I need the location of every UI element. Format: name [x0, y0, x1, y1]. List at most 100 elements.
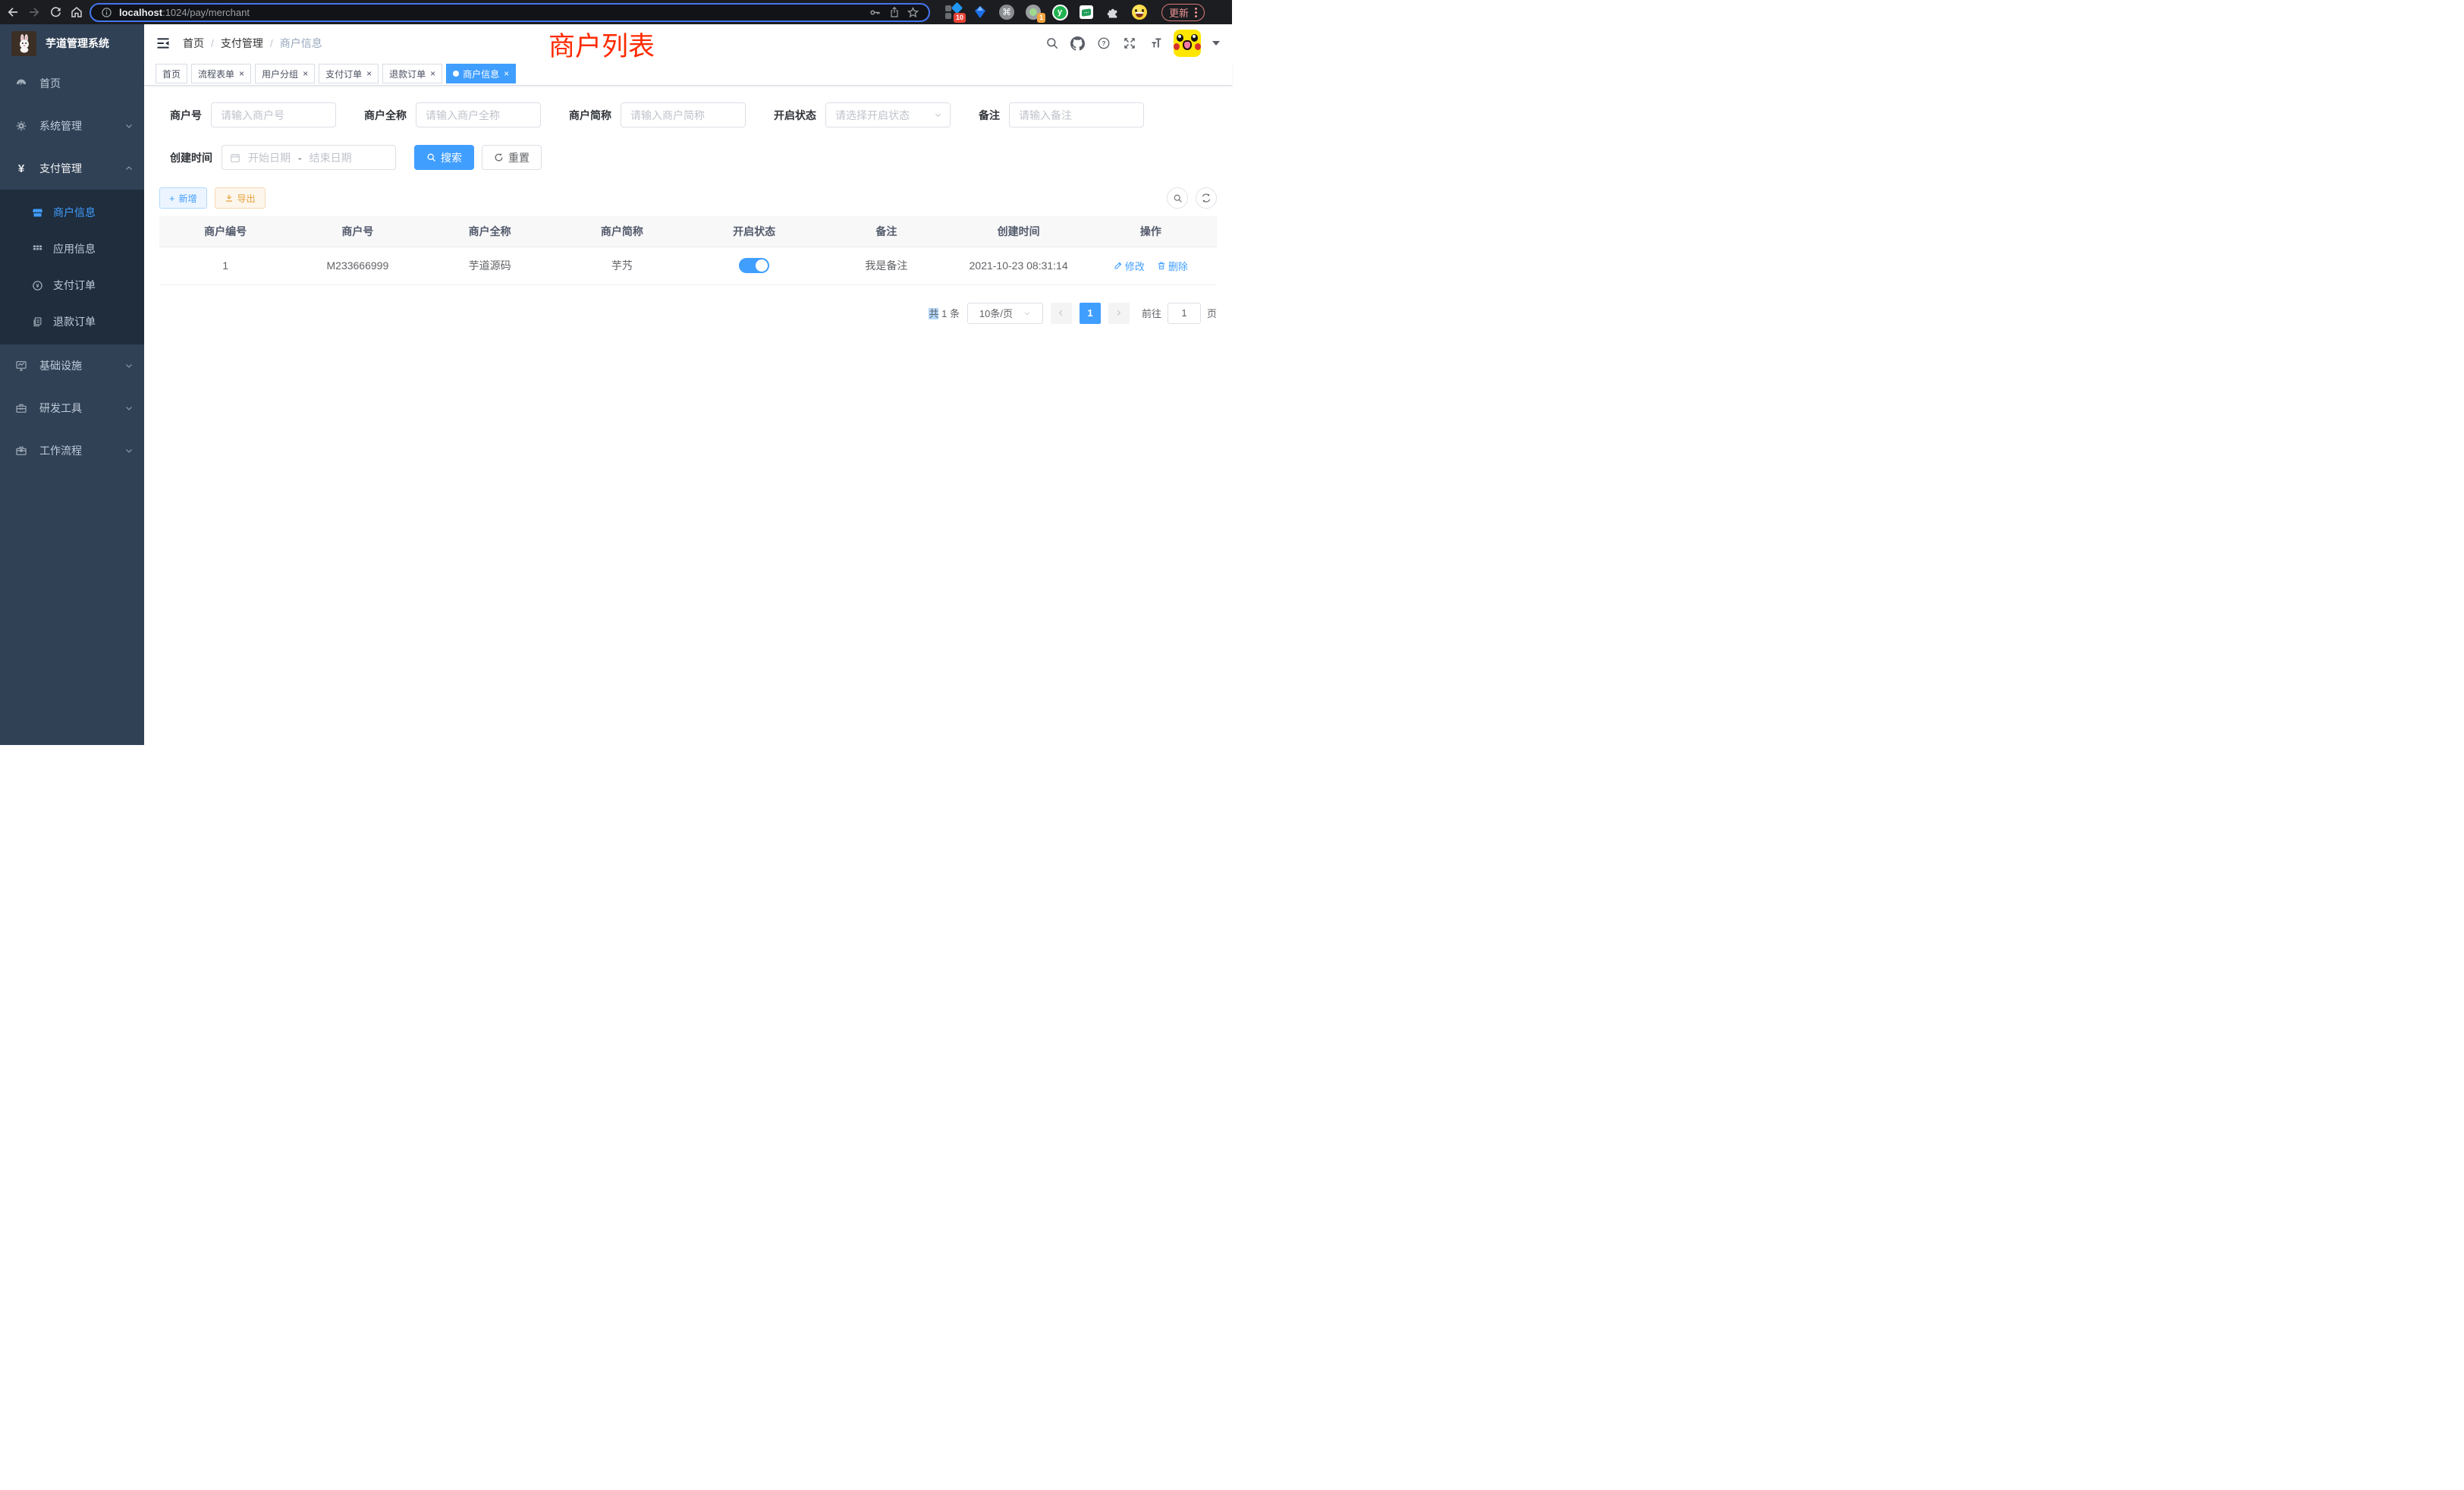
font-size-icon[interactable] [1148, 36, 1162, 51]
sidebar-item-label: 支付管理 [39, 161, 124, 176]
sidebar-item-infrastructure[interactable]: 基础设施 [0, 344, 144, 387]
sidebar-item-app-info[interactable]: 应用信息 [0, 231, 144, 267]
tab-home[interactable]: 首页 [156, 64, 187, 83]
extension-badge: 1 [1037, 13, 1045, 23]
app-window: 芋道管理系统 首页 系统管理 ¥ 支付管理 [0, 24, 1232, 745]
close-icon[interactable]: × [430, 69, 435, 78]
col-merchant-id: 商户编号 [159, 216, 291, 247]
site-info-icon[interactable] [100, 6, 113, 19]
sidebar-item-label: 系统管理 [39, 118, 124, 134]
sidebar-item-payment[interactable]: ¥ 支付管理 [0, 147, 144, 190]
sidebar-logo-row[interactable]: 芋道管理系统 [0, 24, 144, 62]
col-full-name: 商户全称 [424, 216, 556, 247]
browser-reload-icon[interactable] [47, 4, 64, 20]
export-button[interactable]: 导出 [215, 187, 266, 209]
refresh-table-button[interactable] [1196, 187, 1217, 209]
tab-label: 商户信息 [463, 68, 499, 80]
tab-pay-order[interactable]: 支付订单 × [319, 64, 379, 83]
field-label: 商户简称 [569, 108, 611, 123]
sidebar-item-home[interactable]: 首页 [0, 62, 144, 105]
reset-button[interactable]: 重置 [482, 145, 542, 170]
goto-page-input[interactable] [1168, 303, 1201, 324]
add-button[interactable]: + 新增 [159, 187, 207, 209]
field-label: 商户号 [170, 108, 202, 123]
extensions-strip: 10 ⌘ 1 y [945, 4, 1148, 20]
search-icon[interactable] [1045, 36, 1059, 51]
delete-link[interactable]: 删除 [1157, 259, 1188, 273]
date-separator: - [298, 152, 302, 164]
prev-page-button[interactable] [1051, 303, 1072, 324]
full-name-input[interactable] [416, 102, 541, 127]
close-icon[interactable]: × [504, 69, 509, 78]
status-toggle-on[interactable] [739, 258, 769, 273]
bookmark-star-icon[interactable] [907, 6, 919, 19]
help-icon[interactable]: ? [1096, 36, 1111, 51]
browser-forward-icon[interactable] [26, 4, 42, 20]
sidebar-item-pay-order[interactable]: ¥ 支付订单 [0, 267, 144, 303]
extension-gem-pin-icon[interactable] [972, 4, 988, 20]
sidebar-item-workflow[interactable]: 工作流程 [0, 429, 144, 472]
url-text[interactable]: localhost:1024/pay/merchant [119, 7, 863, 18]
password-key-icon[interactable] [869, 6, 882, 19]
sidebar-item-dev-tools[interactable]: 研发工具 [0, 387, 144, 429]
browser-home-icon[interactable] [68, 4, 85, 20]
edit-link[interactable]: 修改 [1114, 259, 1145, 273]
sidebar-item-merchant-info[interactable]: 商户信息 [0, 194, 144, 231]
browser-update-button[interactable]: 更新 [1161, 4, 1205, 21]
page-content: 商户号 商户全称 商户简称 开启状态 请选择开启状态 [144, 86, 1232, 745]
browser-back-icon[interactable] [5, 4, 21, 20]
sidebar-collapse-icon[interactable] [156, 36, 171, 51]
breadcrumb-payment[interactable]: 支付管理 [221, 36, 263, 51]
fullscreen-icon[interactable] [1122, 36, 1136, 51]
edit-pencil-icon [1114, 261, 1123, 270]
filter-merchant-no: 商户号 [170, 102, 336, 127]
merchant-no-input[interactable] [211, 102, 336, 127]
status-select[interactable]: 请选择开启状态 [825, 102, 951, 127]
address-bar[interactable]: localhost:1024/pay/merchant [90, 3, 930, 22]
tab-refund-order[interactable]: 退款订单 × [382, 64, 442, 83]
extension-command-icon[interactable]: ⌘ [998, 4, 1015, 20]
tab-label: 支付订单 [325, 68, 362, 80]
yen-icon: ¥ [15, 162, 27, 174]
extension-legends-icon[interactable]: 10 [945, 4, 962, 20]
sidebar-item-label: 基础设施 [39, 358, 124, 373]
tab-process-form[interactable]: 流程表单 × [191, 64, 251, 83]
page-size-select[interactable]: 10条/页 [967, 303, 1043, 324]
chevron-down-icon [934, 111, 942, 119]
url-path: :1024/pay/merchant [162, 7, 250, 18]
extension-status-icon[interactable]: 1 [1025, 4, 1042, 20]
share-icon[interactable] [888, 6, 900, 19]
chevron-down-icon [124, 446, 134, 455]
edit-label: 修改 [1125, 259, 1145, 273]
page-number-current[interactable]: 1 [1080, 303, 1101, 324]
short-name-input[interactable] [621, 102, 746, 127]
extension-yudao-icon[interactable]: y [1051, 4, 1068, 20]
shop-icon [32, 207, 43, 218]
browser-menu-icon[interactable] [1195, 8, 1197, 17]
tab-label: 用户分组 [262, 68, 298, 80]
search-button[interactable]: 搜索 [414, 145, 474, 170]
date-range-picker[interactable]: 开始日期 - 结束日期 [222, 145, 396, 170]
close-icon[interactable]: × [239, 69, 244, 78]
next-page-button[interactable] [1108, 303, 1130, 324]
user-avatar[interactable] [1174, 30, 1201, 57]
col-actions: 操作 [1085, 216, 1217, 247]
close-icon[interactable]: × [366, 69, 372, 78]
remark-input[interactable] [1009, 102, 1144, 127]
col-short-name: 商户简称 [556, 216, 688, 247]
extension-puzzle-icon[interactable] [1105, 4, 1121, 20]
extension-chat-icon[interactable] [1078, 4, 1095, 20]
close-icon[interactable]: × [303, 69, 308, 78]
date-end-placeholder: 结束日期 [310, 150, 352, 165]
download-icon [225, 193, 234, 203]
trash-icon [1157, 261, 1166, 270]
github-icon[interactable] [1070, 36, 1085, 51]
sidebar-item-refund-order[interactable]: 退款订单 [0, 303, 144, 340]
tab-merchant-info[interactable]: 商户信息 × [446, 64, 516, 83]
hide-search-button[interactable] [1167, 187, 1188, 209]
breadcrumb-home[interactable]: 首页 [183, 36, 204, 51]
extension-emoji-icon[interactable] [1131, 4, 1148, 20]
sidebar-item-system[interactable]: 系统管理 [0, 105, 144, 147]
avatar-dropdown-caret[interactable] [1212, 41, 1220, 46]
tab-user-group[interactable]: 用户分组 × [255, 64, 315, 83]
